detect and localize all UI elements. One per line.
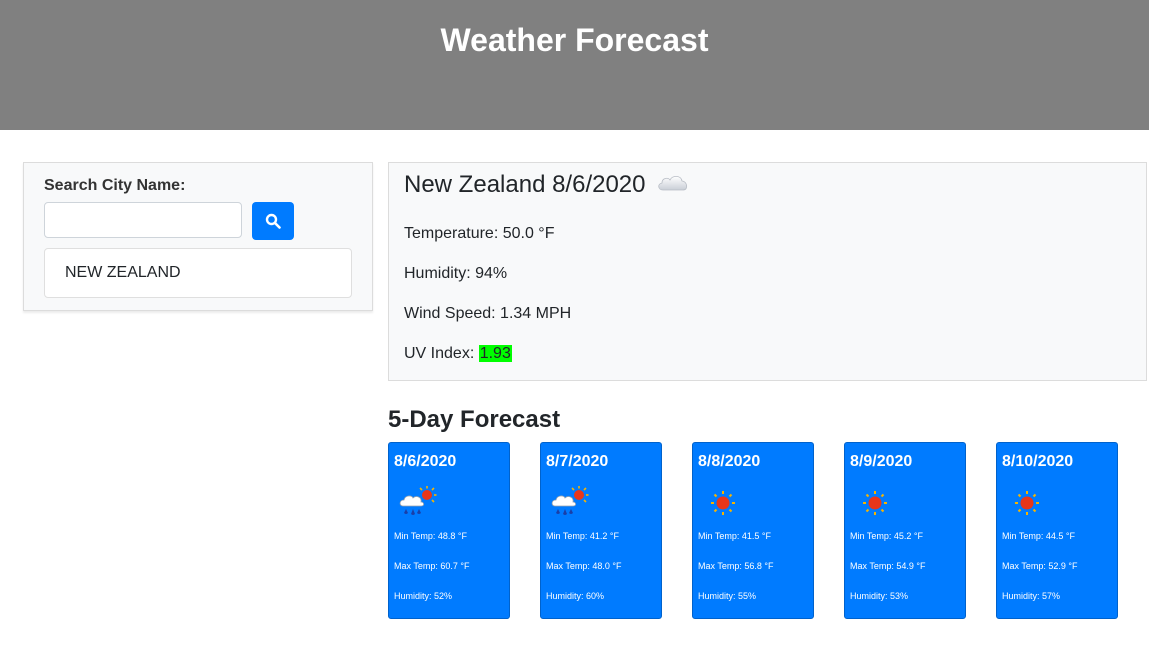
forecast-min-temp: Min Temp: 45.2 °F (850, 531, 923, 541)
forecast-date: 8/8/2020 (698, 453, 761, 470)
page-header: Weather Forecast (0, 0, 1149, 130)
page-title: Weather Forecast (440, 22, 709, 58)
forecast-date: 8/10/2020 (1002, 453, 1074, 470)
uv-value: 1.93 (478, 345, 512, 362)
forecast-min-temp: Min Temp: 44.5 °F (1002, 531, 1075, 541)
forecast-max-temp: Max Temp: 54.9 °F (850, 561, 926, 571)
current-wind-speed: Wind Speed: 1.34 MPH (404, 305, 572, 322)
forecast-date: 8/9/2020 (850, 453, 913, 470)
forecast-humidity: Humidity: 57% (1002, 591, 1061, 601)
current-temperature: Temperature: 50.0 °F (404, 225, 555, 242)
search-input[interactable] (44, 202, 242, 238)
current-weather-panel: New Zealand 8/6/2020 Temperature: 50.0 °… (388, 162, 1147, 381)
forecast-card: 8/10/2020 Min Temp: 44.5 °F Max Temp: 52… (996, 442, 1118, 619)
search-label: Search City Name: (44, 177, 186, 194)
search-icon (265, 213, 281, 229)
forecast-min-temp: Min Temp: 41.5 °F (698, 531, 771, 541)
uv-label: UV Index: (404, 345, 479, 362)
search-button[interactable] (252, 202, 294, 240)
current-weather-title: New Zealand 8/6/2020 (404, 171, 690, 199)
forecast-max-temp: Max Temp: 60.7 °F (394, 561, 470, 571)
city-date: New Zealand 8/6/2020 (404, 171, 646, 198)
forecast-humidity: Humidity: 60% (546, 591, 605, 601)
current-uv-index: UV Index: 1.93 (404, 345, 512, 363)
forecast-card: 8/7/2020 Min Temp: 41.2 °F Max Temp: 48.… (540, 442, 662, 619)
forecast-humidity: Humidity: 55% (698, 591, 757, 601)
forecast-card: 8/9/2020 Min Temp: 45.2 °F Max Temp: 54.… (844, 442, 966, 619)
forecast-date: 8/6/2020 (394, 453, 457, 470)
search-panel: Search City Name: NEW ZEALAND (23, 162, 373, 311)
current-humidity: Humidity: 94% (404, 265, 508, 282)
forecast-max-temp: Max Temp: 48.0 °F (546, 561, 622, 571)
forecast-max-temp: Max Temp: 52.9 °F (1002, 561, 1078, 571)
cloud-icon (656, 171, 690, 199)
search-history-item[interactable]: NEW ZEALAND (44, 248, 352, 298)
forecast-humidity: Humidity: 53% (850, 591, 909, 601)
forecast-min-temp: Min Temp: 41.2 °F (546, 531, 619, 541)
forecast-card: 8/6/2020 Min Temp: 48.8 °F Max Temp: 60.… (388, 442, 510, 619)
forecast-date: 8/7/2020 (546, 453, 609, 470)
sun-icon (711, 491, 735, 515)
sun-icon (1015, 491, 1039, 515)
forecast-min-temp: Min Temp: 48.8 °F (394, 531, 467, 541)
rain-sun-icon (551, 486, 589, 515)
forecast-heading: 5-Day Forecast (388, 406, 561, 433)
rain-sun-icon (399, 486, 437, 515)
forecast-humidity: Humidity: 52% (394, 591, 453, 601)
sun-icon (863, 491, 887, 515)
forecast-card: 8/8/2020 Min Temp: 41.5 °F Max Temp: 56.… (692, 442, 814, 619)
forecast-max-temp: Max Temp: 56.8 °F (698, 561, 774, 571)
